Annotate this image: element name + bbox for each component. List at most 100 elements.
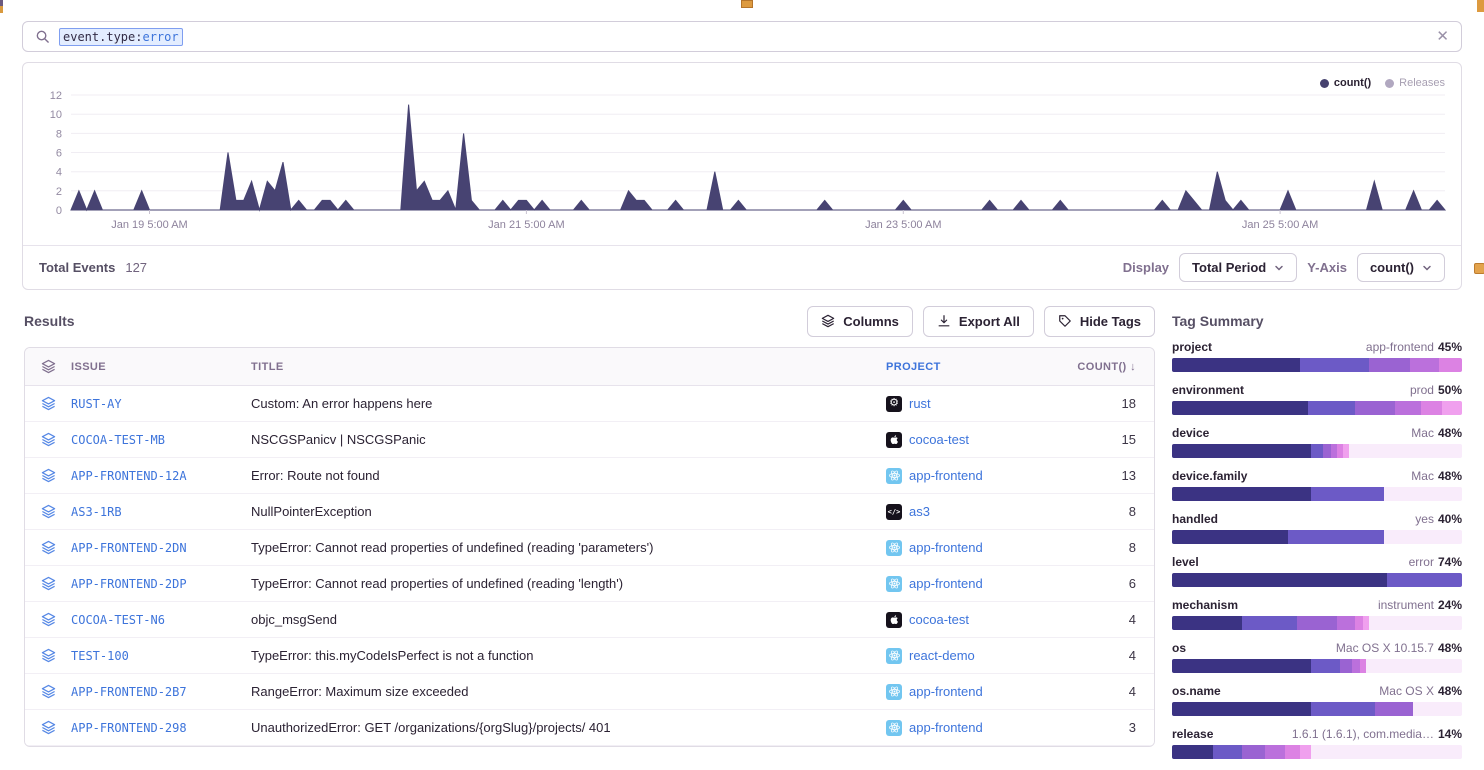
project-cell: app-frontend xyxy=(886,468,1058,484)
tag-bar-segment[interactable] xyxy=(1387,573,1462,587)
export-all-button[interactable]: Export All xyxy=(923,306,1034,337)
issue-id-link[interactable]: TEST-100 xyxy=(71,649,251,663)
project-link[interactable]: cocoa-test xyxy=(909,432,969,447)
tag-bar-segment[interactable] xyxy=(1311,487,1384,501)
tag-bar-segment[interactable] xyxy=(1442,401,1462,415)
tag-top-value: 1.6.1 (1.6.1), com.media… xyxy=(1292,727,1434,741)
tag-bar-segment[interactable] xyxy=(1395,401,1421,415)
project-link[interactable]: react-demo xyxy=(909,648,975,663)
tag-distribution-bar[interactable] xyxy=(1172,358,1462,372)
tag-distribution-bar[interactable] xyxy=(1172,573,1462,587)
column-header-title[interactable]: TITLE xyxy=(251,361,886,373)
issue-id-link[interactable]: APP-FRONTEND-2B7 xyxy=(71,685,251,699)
tag-distribution-bar[interactable] xyxy=(1172,702,1462,716)
tag-bar-segment[interactable] xyxy=(1172,358,1300,372)
tag-bar-segment[interactable] xyxy=(1172,530,1288,544)
tag-bar-segment[interactable] xyxy=(1265,745,1285,759)
tag-bar-remainder xyxy=(1369,616,1462,630)
project-link[interactable]: cocoa-test xyxy=(909,612,969,627)
tag-top-percent: 40% xyxy=(1438,512,1462,526)
tag-bar-segment[interactable] xyxy=(1352,659,1361,673)
tag-bar-segment[interactable] xyxy=(1172,401,1308,415)
tag-key: os xyxy=(1172,641,1186,655)
tag-distribution-bar[interactable] xyxy=(1172,616,1462,630)
columns-stack-icon xyxy=(821,314,835,328)
tag-bar-segment[interactable] xyxy=(1172,487,1311,501)
tag-summary-row: handledyes40% xyxy=(1172,512,1462,544)
tag-key: level xyxy=(1172,555,1199,569)
tag-bar-remainder xyxy=(1413,702,1462,716)
issue-id-link[interactable]: APP-FRONTEND-12A xyxy=(71,469,251,483)
column-header-issue[interactable]: ISSUE xyxy=(71,361,251,373)
table-row: APP-FRONTEND-298UnauthorizedError: GET /… xyxy=(25,710,1154,746)
tag-bar-segment[interactable] xyxy=(1213,745,1242,759)
tag-bar-segment[interactable] xyxy=(1311,659,1340,673)
tag-bar-segment[interactable] xyxy=(1355,616,1364,630)
issue-title: NullPointerException xyxy=(251,504,886,519)
search-clear-icon[interactable]: ✕ xyxy=(1436,29,1449,44)
column-header-project[interactable]: PROJECT xyxy=(886,361,1058,373)
tag-bar-segment[interactable] xyxy=(1297,616,1338,630)
issue-id-link[interactable]: COCOA-TEST-MB xyxy=(71,433,251,447)
project-link[interactable]: app-frontend xyxy=(909,720,983,735)
issue-id-link[interactable]: RUST-AY xyxy=(71,397,251,411)
tag-bar-segment[interactable] xyxy=(1337,616,1354,630)
tag-bar-segment[interactable] xyxy=(1242,745,1265,759)
tag-distribution-bar[interactable] xyxy=(1172,659,1462,673)
tag-bar-segment[interactable] xyxy=(1355,401,1396,415)
tag-bar-segment[interactable] xyxy=(1172,573,1387,587)
issue-id-link[interactable]: AS3-1RB xyxy=(71,505,251,519)
tag-distribution-bar[interactable] xyxy=(1172,745,1462,759)
project-link[interactable]: as3 xyxy=(909,504,930,519)
tag-bar-segment[interactable] xyxy=(1311,444,1323,458)
tag-bar-segment[interactable] xyxy=(1340,659,1352,673)
tag-bar-segment[interactable] xyxy=(1410,358,1439,372)
tag-bar-segment[interactable] xyxy=(1375,702,1413,716)
legend-item-count[interactable]: count() xyxy=(1320,77,1371,89)
tag-bar-segment[interactable] xyxy=(1172,659,1311,673)
tag-distribution-bar[interactable] xyxy=(1172,487,1462,501)
issue-id-link[interactable]: APP-FRONTEND-2DP xyxy=(71,577,251,591)
tag-bar-segment[interactable] xyxy=(1172,616,1242,630)
tag-bar-segment[interactable] xyxy=(1300,358,1370,372)
columns-button[interactable]: Columns xyxy=(807,306,913,337)
tag-distribution-bar[interactable] xyxy=(1172,530,1462,544)
legend-item-releases[interactable]: Releases xyxy=(1385,77,1445,89)
issue-title: TypeError: Cannot read properties of und… xyxy=(251,576,886,591)
tag-bar-segment[interactable] xyxy=(1172,702,1311,716)
tag-bar-segment[interactable] xyxy=(1369,358,1410,372)
issue-id-link[interactable]: APP-FRONTEND-2DN xyxy=(71,541,251,555)
tag-bar-segment[interactable] xyxy=(1285,745,1300,759)
column-header-count[interactable]: COUNT() ↓ xyxy=(1058,361,1154,373)
yaxis-dropdown[interactable]: count() xyxy=(1357,253,1445,282)
tag-bar-segment[interactable] xyxy=(1439,358,1462,372)
project-link[interactable]: app-frontend xyxy=(909,468,983,483)
tag-bar-segment[interactable] xyxy=(1172,444,1311,458)
tag-bar-segment[interactable] xyxy=(1323,444,1332,458)
issue-id-link[interactable]: COCOA-TEST-N6 xyxy=(71,613,251,627)
apple-project-icon xyxy=(886,612,902,628)
project-cell: app-frontend xyxy=(886,720,1058,736)
project-link[interactable]: app-frontend xyxy=(909,684,983,699)
display-dropdown[interactable]: Total Period xyxy=(1179,253,1297,282)
hide-tags-button[interactable]: Hide Tags xyxy=(1044,306,1155,337)
search-query-token[interactable]: event.type:error xyxy=(59,28,183,46)
issue-title: RangeError: Maximum size exceeded xyxy=(251,684,886,699)
tag-bar-segment[interactable] xyxy=(1421,401,1441,415)
project-link[interactable]: rust xyxy=(909,396,931,411)
project-link[interactable]: app-frontend xyxy=(909,540,983,555)
tag-bar-segment[interactable] xyxy=(1311,702,1375,716)
tag-bar-segment[interactable] xyxy=(1300,745,1312,759)
issue-title: NSCGSPanicv | NSCGSPanic xyxy=(251,432,886,447)
tag-bar-segment[interactable] xyxy=(1242,616,1297,630)
tag-distribution-bar[interactable] xyxy=(1172,444,1462,458)
tag-bar-segment[interactable] xyxy=(1288,530,1384,544)
layers-icon xyxy=(25,359,71,374)
tag-summary-row: environmentprod50% xyxy=(1172,383,1462,415)
search-bar[interactable]: event.type:error ✕ xyxy=(22,21,1462,52)
tag-bar-segment[interactable] xyxy=(1308,401,1354,415)
issue-id-link[interactable]: APP-FRONTEND-298 xyxy=(71,721,251,735)
tag-distribution-bar[interactable] xyxy=(1172,401,1462,415)
tag-bar-segment[interactable] xyxy=(1172,745,1213,759)
project-link[interactable]: app-frontend xyxy=(909,576,983,591)
